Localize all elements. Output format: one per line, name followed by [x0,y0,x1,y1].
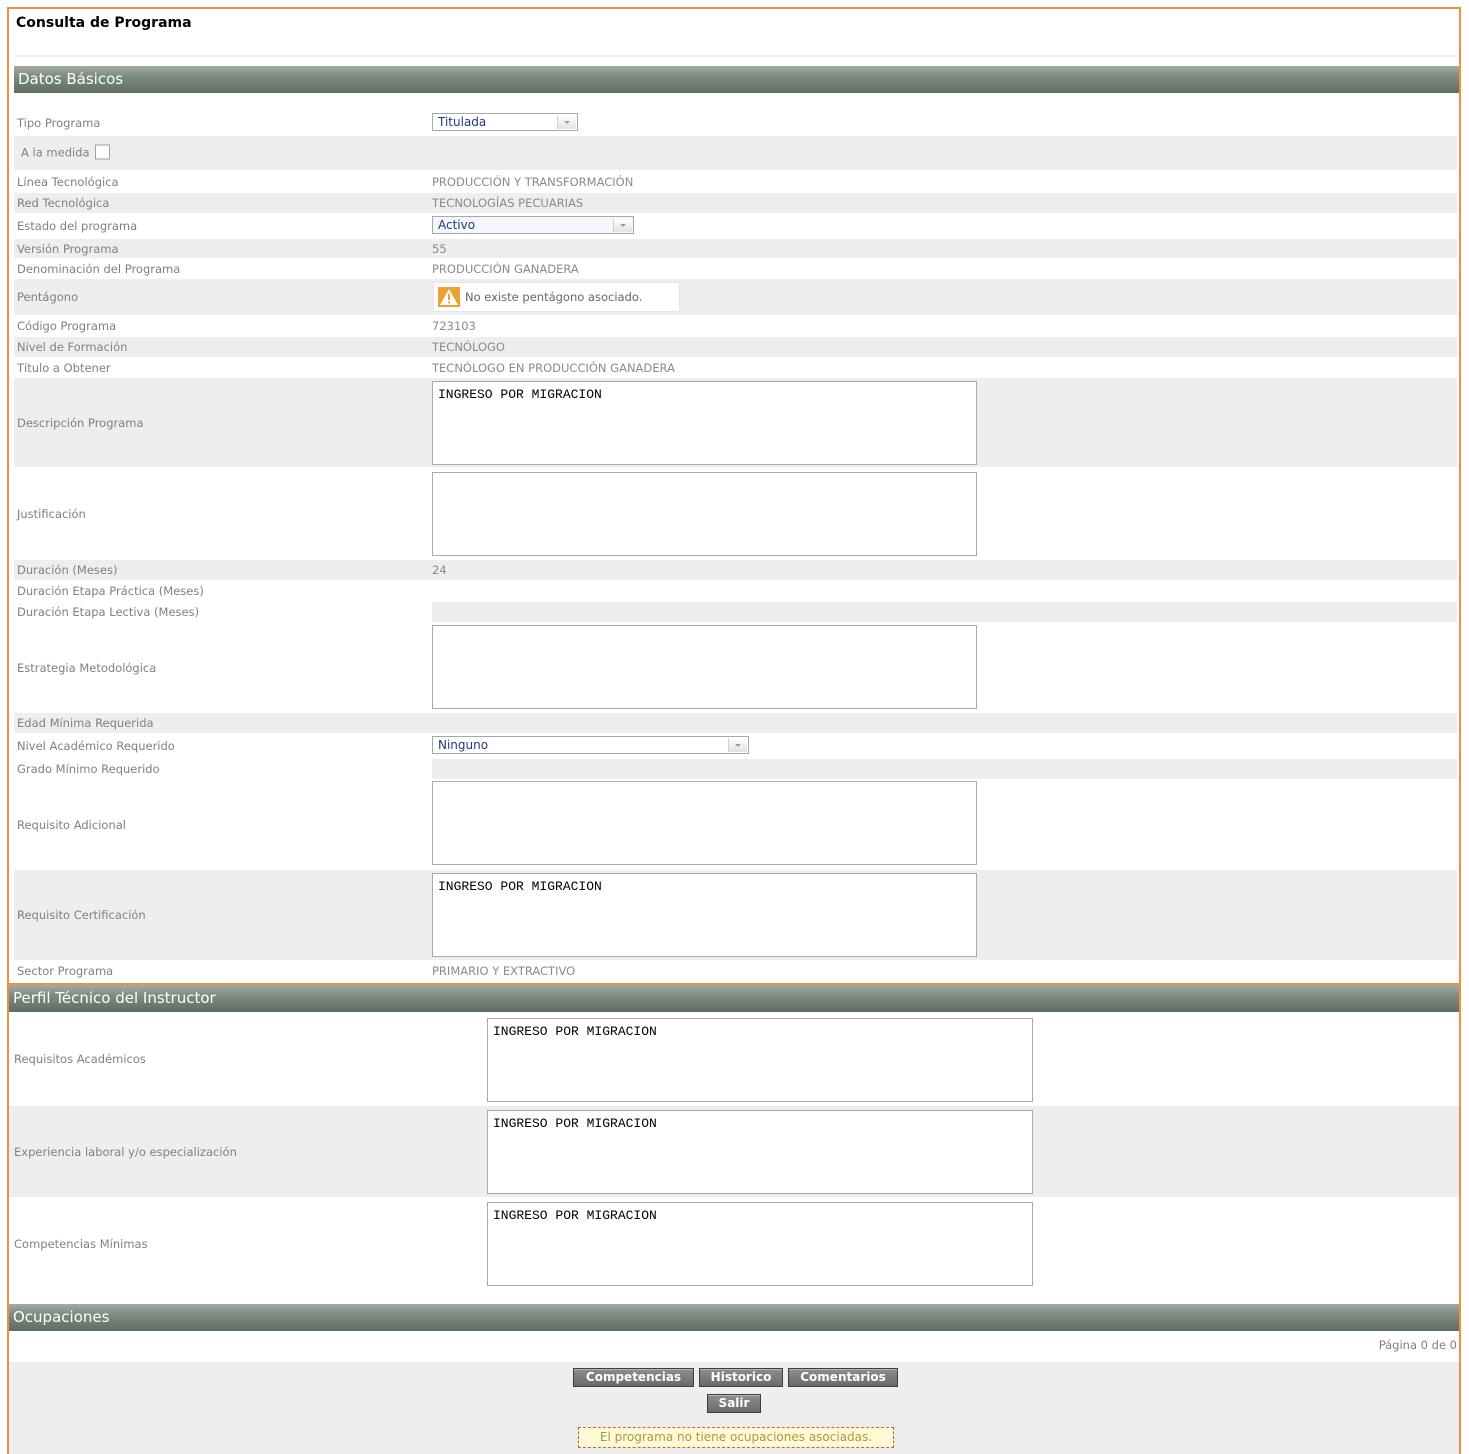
competencias-minimas-textarea[interactable]: INGRESO POR MIGRACION [487,1202,1033,1286]
label-grado-minimo: Grado Mínimo Requerido [17,762,160,776]
label-tipo-programa: Tipo Programa [17,116,101,130]
label-codigo: Código Programa [17,319,117,333]
estado-programa-select[interactable]: Activo [432,216,634,234]
row-edad-minima: Edad Mínima Requerida [14,713,1457,733]
label-red-tecnologica: Red Tecnológica [17,196,110,210]
row-grado-minimo: Grado Mínimo Requerido [14,759,1457,779]
label-linea-tecnologica: Línea Tecnológica [17,175,119,189]
label-competencias-minimas: Competencias Mínimas [14,1237,148,1251]
row-denominacion: Denominación del Programa PRODUCCIÓN GAN… [14,259,1457,278]
label-nivel-formacion: Nivel de Formación [17,340,128,354]
value-version-programa: 55 [432,241,447,256]
label-nivel-academico: Nivel Académico Requerido [17,739,175,753]
label-a-la-medida: A la medida [21,145,90,160]
label-denominacion: Denominación del Programa [17,261,181,276]
row-duracion-lectiva: Duración Etapa Lectiva (Meses) [14,602,1457,622]
row-linea-tecnologica: Línea Tecnológica PRODUCCIÓN Y TRANSFORM… [14,172,1457,192]
row-estado-programa: Estado del programa [14,214,1457,238]
label-requisito-certificacion: Requisito Certificación [17,908,146,922]
descripcion-textarea[interactable]: INGRESO POR MIGRACION [432,381,977,465]
chevron-down-icon[interactable] [557,115,576,129]
row-duracion: Duración (Meses) 24 [14,560,1457,580]
row-sector: Sector Programa PRIMARIO Y EXTRACTIVO [14,961,1457,981]
nivel-academico-value: Ninguno [438,738,489,752]
row-version-programa: Versión Programa 55 [14,239,1457,258]
label-duracion: Duración (Meses) [17,563,118,577]
competencias-button[interactable]: Competencias [573,1368,694,1387]
value-red-tecnologica: TECNOLOGÍAS PECUARIAS [432,196,584,210]
pentagono-warning: No existe pentágono asociado. [433,282,680,312]
row-codigo: Código Programa 723103 [14,316,1457,336]
label-duracion-practica: Duración Etapa Práctica (Meses) [17,584,204,598]
requisito-adicional-textarea[interactable] [432,781,977,865]
requisitos-academicos-textarea[interactable]: INGRESO POR MIGRACION [487,1018,1033,1102]
value-denominacion: PRODUCCIÓN GANADERA [432,261,579,276]
section-header-datos-basicos: Datos Básicos [14,66,1459,93]
value-titulo: TECNÓLOGO EN PRODUCCIÓN GANADERA [432,360,675,375]
label-version-programa: Versión Programa [17,241,119,256]
historico-button[interactable]: Historico [699,1368,783,1387]
label-requisitos-academicos: Requisitos Académicos [14,1052,146,1066]
label-experiencia: Experiencia laboral y/o especialización [14,1144,237,1159]
label-descripcion: Descripción Programa [17,415,144,430]
row-pentagono: Pentágono [14,279,1457,315]
chevron-down-icon[interactable] [613,218,632,232]
tipo-programa-value: Titulada [438,115,487,129]
value-sector: PRIMARIO Y EXTRACTIVO [432,964,576,978]
row-nivel-formacion: Nivel de Formación TECNÓLOGO [14,337,1457,357]
chevron-down-icon[interactable] [728,738,747,752]
row-duracion-practica: Duración Etapa Práctica (Meses) [14,581,1457,601]
label-duracion-lectiva: Duración Etapa Lectiva (Meses) [17,605,200,619]
section-header-perfil-instructor: Perfil Técnico del Instructor [9,985,1459,1012]
row-titulo: Título a Obtener TECNÓLOGO EN PRODUCCIÓN… [14,358,1457,377]
nivel-academico-select[interactable]: Ninguno [432,736,749,754]
ocupaciones-notice: El programa no tiene ocupaciones asociad… [578,1427,894,1448]
row-tipo-programa: Tipo Programa [14,111,1457,135]
label-pentagono: Pentágono [17,290,79,304]
experiencia-textarea[interactable]: INGRESO POR MIGRACION [487,1110,1033,1194]
ocupaciones-pager-row: Página 0 de 0 [9,1331,1459,1362]
tipo-programa-select[interactable]: Titulada [432,113,578,131]
row-a-la-medida: A la medida [14,136,1457,170]
label-justificacion: Justificación [17,506,86,521]
label-estrategia: Estrategia Metodológica [17,660,157,675]
estrategia-textarea[interactable] [432,625,977,709]
requisito-certificacion-textarea[interactable]: INGRESO POR MIGRACION [432,873,977,957]
a-la-medida-checkbox[interactable] [94,144,110,160]
label-titulo: Título a Obtener [17,360,111,375]
pentagono-value: No existe pentágono asociado. [465,290,643,304]
value-linea-tecnologica: PRODUCCIÓN Y TRANSFORMACIÓN [432,175,634,189]
estado-programa-value: Activo [438,218,476,232]
row-red-tecnologica: Red Tecnológica TECNOLOGÍAS PECUARIAS [14,193,1457,213]
value-nivel-formacion: TECNÓLOGO [432,340,505,354]
value-codigo: 723103 [432,319,476,333]
label-estado-programa: Estado del programa [17,219,138,233]
label-edad-minima: Edad Mínima Requerida [17,716,154,730]
title-divider [14,55,1457,57]
comentarios-button[interactable]: Comentarios [788,1368,898,1387]
section-header-ocupaciones: Ocupaciones [9,1304,1459,1331]
value-duracion: 24 [432,563,447,577]
label-requisito-adicional: Requisito Adicional [17,817,126,832]
justificacion-textarea[interactable] [432,472,977,556]
warning-icon [438,287,460,307]
salir-button[interactable]: Salir [707,1394,761,1413]
label-sector: Sector Programa [17,964,114,978]
page-title: Consulta de Programa [16,15,192,31]
pager-text: Página 0 de 0 [1378,1338,1457,1352]
